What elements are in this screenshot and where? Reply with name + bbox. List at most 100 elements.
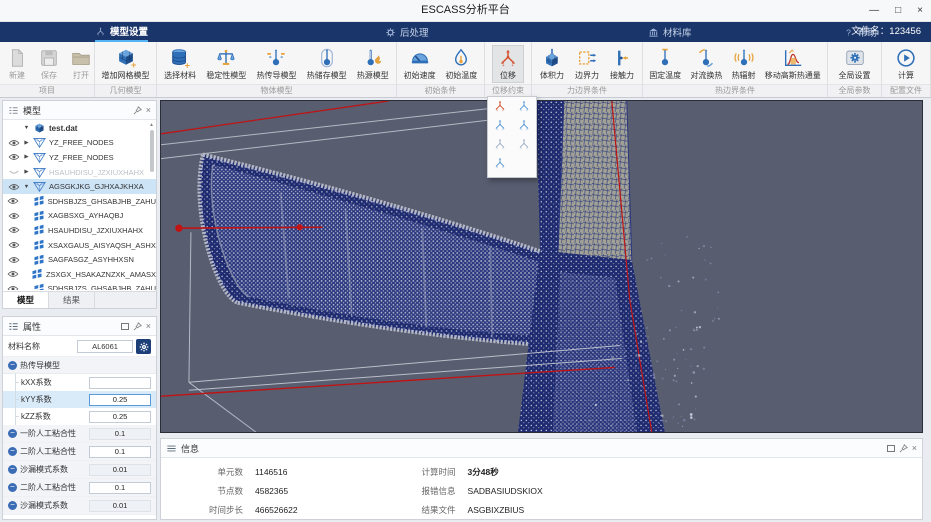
source-button[interactable]: 热源模型 [353,45,393,83]
open-folder-button[interactable]: 打开 [65,45,97,83]
boundary-force-button[interactable]: 边界力 [571,45,603,83]
coefficient-row[interactable]: kYY系数0.25 [3,391,156,408]
convection-button[interactable]: 对流换热 [686,45,726,83]
maximize-button[interactable]: □ [895,6,901,16]
global-settings-button[interactable]: 全局设置 [835,45,875,83]
tree-scrollbar[interactable]: ▲ [148,122,155,289]
minimize-button[interactable]: — [869,6,879,16]
tree-node[interactable]: XSAXGAUS_AISYAQSH_ASHX [3,238,156,253]
material-settings-button[interactable] [136,339,151,354]
coefficient-input[interactable] [89,377,151,389]
collapse-minus-icon[interactable]: − [8,483,17,492]
tree-node[interactable]: ▼AGSGKJKG_GJHXAJKHXA [3,179,156,194]
pin-icon[interactable] [133,106,142,115]
displacement-option-3[interactable] [488,118,512,137]
property-row[interactable]: −二阶人工粘合性0.1 [3,479,156,497]
menu-tab-3[interactable]: 材料库 [648,22,692,42]
gauss-button[interactable]: 移动高斯热通量 [761,45,825,83]
tree-node[interactable]: ▶YZ_FREE_NODES [3,136,156,151]
tree-node[interactable]: ▶HSAUHDISU_JZXIUXHAHX [3,165,156,180]
init-temp-button[interactable]: 初始温度 [441,45,481,83]
expander-icon[interactable]: ▶ [23,154,30,160]
save-button[interactable]: 保存 [33,45,65,83]
body-force-button[interactable]: 体积力 [536,45,568,83]
displacement-option-2[interactable] [512,99,536,118]
close-icon[interactable]: × [146,322,151,331]
expander-icon[interactable]: ▶ [23,169,30,175]
close-button[interactable]: × [917,6,923,16]
stability-button[interactable]: 稳定性模型 [202,45,250,83]
panel-tab-1[interactable]: 模型 [3,292,49,308]
close-icon[interactable]: × [146,106,151,115]
visibility-eye-icon[interactable] [7,210,20,222]
displacement-option-4[interactable] [512,118,536,137]
coefficient-row[interactable]: kXX系数 [3,374,156,391]
panel-tab-2[interactable]: 结果 [49,292,95,308]
scroll-thumb[interactable] [150,130,154,172]
coefficient-input[interactable]: 0.25 [89,411,151,423]
property-input[interactable]: 0.1 [89,428,151,440]
menu-tab-2[interactable]: 后处理 [385,22,429,42]
property-row[interactable]: −沙漏模式系数0.01 [3,497,156,515]
visibility-eye-icon[interactable] [7,195,20,207]
init-velocity-button[interactable]: 初始速度 [400,45,440,83]
collapse-minus-icon[interactable]: − [8,447,17,456]
menu-tab-4[interactable]: ?帮助 [843,22,877,42]
visibility-eye-icon[interactable] [7,137,20,149]
pin-icon[interactable] [899,444,908,453]
conduct-button[interactable]: 热传导模型 [252,45,300,83]
property-row[interactable]: −二阶人工粘合性0.1 [3,443,156,461]
pin-icon[interactable] [133,322,142,331]
tree-node[interactable]: SDHSBJZS_GHSABJHB_ZAHU [3,194,156,209]
tree-node[interactable]: SAGFASGZ_ASYHHXSN [3,252,156,267]
displacement-button[interactable]: 位移 [492,45,524,83]
add-mesh-button[interactable]: +增加网格模型 [98,45,154,83]
property-input[interactable]: 0.01 [89,500,151,512]
displacement-option-5[interactable] [488,137,512,156]
contact-force-button[interactable]: 接触力 [606,45,638,83]
close-icon[interactable]: × [912,444,917,453]
menu-tab-1[interactable]: 模型设置 [95,22,148,42]
visibility-eye-icon[interactable] [7,181,20,193]
tree-node[interactable]: XAGBSXG_AYHAQBJ [3,209,156,224]
radiation-button[interactable]: 热辐射 [728,45,760,83]
tree-node[interactable]: ▶YZ_FREE_NODES [3,150,156,165]
material-name-input[interactable]: AL6061 [77,340,133,353]
collapse-minus-icon[interactable]: − [8,501,17,510]
restore-icon[interactable] [121,323,129,330]
scroll-up-icon[interactable]: ▲ [149,122,154,128]
collapse-minus-icon[interactable]: − [8,361,17,370]
visibility-eye-icon[interactable] [7,239,20,251]
visibility-eye-icon[interactable] [7,283,20,290]
visibility-eye-icon[interactable] [7,254,20,266]
viewport-3d[interactable] [160,100,923,433]
collapse-minus-icon[interactable]: − [8,429,17,438]
compute-button[interactable]: 计算 [890,45,922,83]
property-input[interactable]: 0.01 [89,464,151,476]
displacement-option-1[interactable] [488,99,512,118]
material-button[interactable]: +选择材料 [160,45,200,83]
visibility-eye-icon[interactable] [7,224,20,236]
visibility-eye-icon[interactable] [7,166,20,178]
tree-node[interactable]: SDHSBJZS_GHSABJHB_ZAHU [3,282,156,290]
property-input[interactable]: 0.1 [89,482,151,494]
restore-icon[interactable] [887,445,895,452]
expander-icon[interactable]: ▶ [23,140,30,146]
tree-node[interactable]: HSAUHDISU_JZXIUXHAHX [3,223,156,238]
displacement-option-7[interactable] [488,156,512,175]
property-row[interactable]: −沙漏模式系数0.01 [3,461,156,479]
property-row[interactable]: −一阶人工粘合性0.1 [3,425,156,443]
coefficient-row[interactable]: kZZ系数0.25 [3,408,156,425]
expander-icon[interactable]: ▼ [23,125,30,131]
storage-button[interactable]: 热储存模型 [303,45,351,83]
visibility-eye-icon[interactable] [7,151,20,163]
property-input[interactable]: 0.1 [89,446,151,458]
tree-root-node[interactable]: ▼test.dat [3,121,156,136]
tree-node[interactable]: ZSXGX_HSAKAZNZXK_AMASX [3,267,156,282]
collapse-minus-icon[interactable]: − [8,465,17,474]
fixed-temp-button[interactable]: 固定温度 [645,45,685,83]
visibility-eye-icon[interactable] [7,268,19,280]
displacement-option-6[interactable] [512,137,536,156]
expander-icon[interactable]: ▼ [23,184,30,190]
coefficient-input[interactable]: 0.25 [89,394,151,406]
